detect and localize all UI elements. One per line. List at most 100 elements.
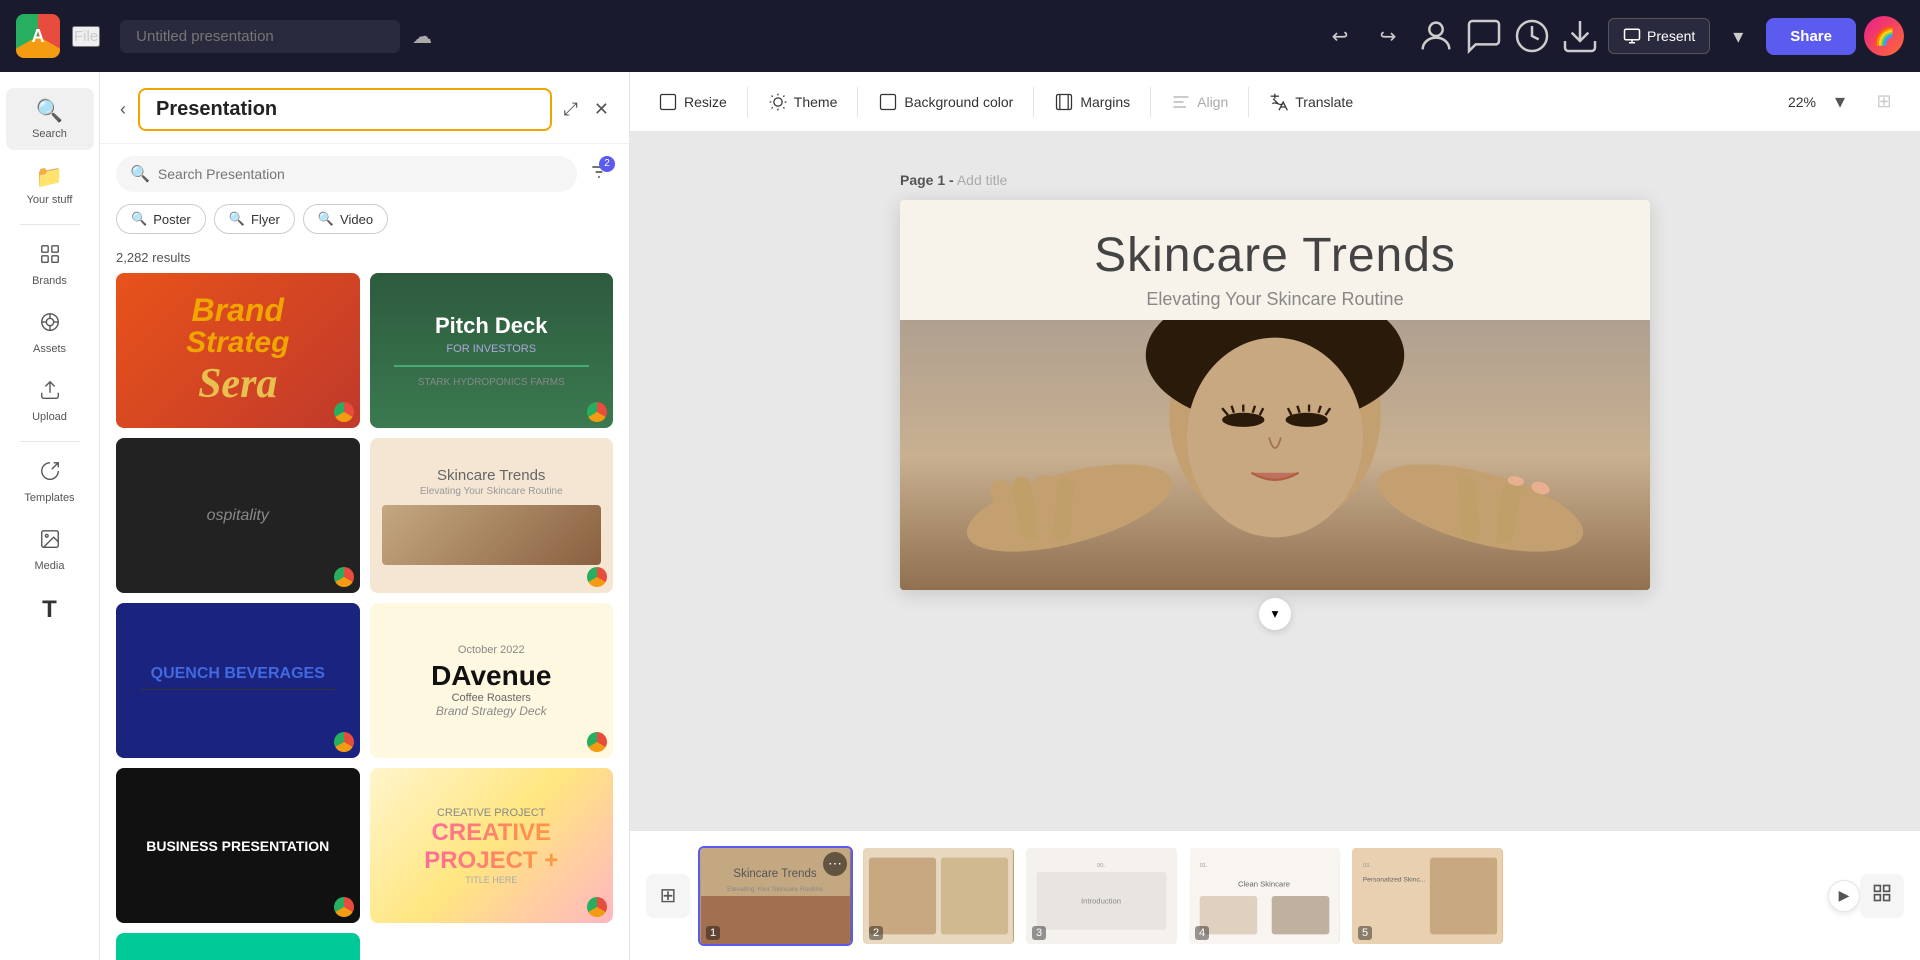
svg-text:Elevating Your Skincare Routin: Elevating Your Skincare Routine bbox=[727, 886, 823, 893]
template-card-skincare[interactable]: Skincare Trends Elevating Your Skincare … bbox=[370, 438, 614, 593]
slide-subtitle-text: Elevating Your Skincare Routine bbox=[940, 289, 1610, 310]
page-label: Page 1 - Add title bbox=[900, 172, 1650, 188]
thumb-5-num: 5 bbox=[1358, 926, 1372, 940]
chip-flyer-icon: 🔍 bbox=[229, 211, 245, 227]
thumb-3-num: 3 bbox=[1032, 926, 1046, 940]
zoom-controls: 22% ▾ ⊞ bbox=[1788, 82, 1904, 122]
card-brand-icon bbox=[334, 402, 354, 422]
panel-close-button[interactable]: ✕ bbox=[590, 95, 613, 124]
chip-poster[interactable]: 🔍 Poster bbox=[116, 204, 206, 234]
fit-to-screen-button[interactable]: ⊞ bbox=[1864, 82, 1904, 122]
thumb-2-num: 2 bbox=[869, 926, 883, 940]
thumb-3-image: 00. Introduction bbox=[1026, 848, 1177, 944]
template-card-pitch-deck[interactable]: Pitch Deck FOR INVESTORS STARK HYDROPONI… bbox=[370, 273, 614, 428]
sidebar-item-text[interactable]: T bbox=[6, 586, 94, 634]
panel-title: Presentation bbox=[138, 88, 552, 131]
present-button[interactable]: Present bbox=[1608, 18, 1710, 54]
templates-icon bbox=[39, 460, 61, 488]
toolbar: Resize Theme Background color Margins Al… bbox=[630, 72, 1920, 132]
canvas-inner: Page 1 - Add title Skincare Trends Eleva… bbox=[900, 172, 1650, 630]
panel-search-row: 🔍 2 bbox=[100, 144, 629, 204]
template-panel: ‹ Presentation ⤢ ✕ 🔍 2 🔍 Poster 🔍 Flyer bbox=[100, 72, 630, 960]
collapse-button[interactable]: ▾ bbox=[1259, 598, 1291, 630]
svg-text:01.: 01. bbox=[1200, 863, 1208, 869]
brands-icon bbox=[39, 243, 61, 271]
topbar-actions: ↩ ↪ Present ▾ Share 🌈 bbox=[1320, 16, 1904, 56]
thumb-4-num: 4 bbox=[1195, 926, 1209, 940]
background-color-button[interactable]: Background color bbox=[866, 84, 1025, 120]
panel-expand-button[interactable]: ⤢ bbox=[560, 95, 582, 124]
collaborators-button[interactable] bbox=[1416, 16, 1456, 56]
topbar: A File ☁ ↩ ↪ Present ▾ Share 🌈 bbox=[0, 0, 1920, 72]
card-brand-icon-2 bbox=[587, 402, 607, 422]
filmstrip-grid-button[interactable]: ⊞ bbox=[646, 874, 690, 918]
chip-flyer[interactable]: 🔍 Flyer bbox=[214, 204, 295, 234]
slide-image-area bbox=[900, 320, 1650, 590]
translate-button[interactable]: Translate bbox=[1257, 84, 1365, 120]
thumb-1-num: 1 bbox=[706, 926, 720, 940]
undo-button[interactable]: ↩ bbox=[1320, 16, 1360, 56]
template-card-avenue[interactable]: October 2022 DAvenue Coffee Roasters Bra… bbox=[370, 603, 614, 758]
chip-video[interactable]: 🔍 Video bbox=[303, 204, 388, 234]
panel-back-button[interactable]: ‹ bbox=[116, 95, 130, 124]
present-dropdown[interactable]: ▾ bbox=[1718, 16, 1758, 56]
template-card-business[interactable]: BUSINESS PRESENTATION bbox=[116, 768, 360, 923]
margins-button[interactable]: Margins bbox=[1042, 84, 1142, 120]
app-logo[interactable]: A bbox=[16, 14, 60, 58]
zoom-dropdown[interactable]: ▾ bbox=[1820, 82, 1860, 122]
redo-button[interactable]: ↪ bbox=[1368, 16, 1408, 56]
sidebar-item-your-stuff[interactable]: 📁 Your stuff bbox=[6, 154, 94, 216]
thumb-2-image bbox=[863, 848, 1014, 944]
card-brand-icon-4 bbox=[587, 567, 607, 587]
timer-button[interactable] bbox=[1512, 16, 1552, 56]
sidebar-item-templates[interactable]: Templates bbox=[6, 450, 94, 514]
filmstrip-scroll-area: Skincare Trends Elevating Your Skincare … bbox=[698, 846, 1904, 946]
filmstrip-next-button[interactable]: ▶ bbox=[1828, 880, 1860, 912]
resize-button[interactable]: Resize bbox=[646, 84, 739, 120]
filter-button[interactable]: 2 bbox=[585, 158, 613, 191]
template-card-hospitality[interactable]: ospitality bbox=[116, 438, 360, 593]
template-grid: Brand Strateg Sera Pitch Deck FOR INVEST… bbox=[100, 273, 629, 960]
svg-text:Skincare Trends: Skincare Trends bbox=[733, 867, 816, 879]
text-icon: T bbox=[42, 596, 57, 624]
cloud-save-icon[interactable]: ☁ bbox=[412, 24, 432, 49]
theme-button[interactable]: Theme bbox=[756, 84, 850, 120]
sidebar-item-brands[interactable]: Brands bbox=[6, 233, 94, 297]
filmstrip-thumb-5[interactable]: 03. Personalized Skinc... 5 bbox=[1350, 846, 1505, 946]
filmstrip-thumb-1[interactable]: Skincare Trends Elevating Your Skincare … bbox=[698, 846, 853, 946]
slide-canvas[interactable]: Skincare Trends Elevating Your Skincare … bbox=[900, 200, 1650, 590]
filmstrip: ⊞ Skincare Trends Elevating Your Skincar… bbox=[630, 830, 1920, 960]
sidebar-item-upload[interactable]: Upload bbox=[6, 369, 94, 433]
sidebar-item-assets[interactable]: Assets bbox=[6, 301, 94, 365]
panel-chips: 🔍 Poster 🔍 Flyer 🔍 Video bbox=[100, 204, 629, 246]
filmstrip-thumb-2[interactable]: 2 bbox=[861, 846, 1016, 946]
share-button[interactable]: Share bbox=[1766, 18, 1856, 55]
comments-button[interactable] bbox=[1464, 16, 1504, 56]
user-avatar[interactable]: 🌈 bbox=[1864, 16, 1904, 56]
document-title-input[interactable] bbox=[120, 20, 400, 53]
file-menu-button[interactable]: File bbox=[72, 26, 100, 47]
sidebar-item-media[interactable]: Media bbox=[6, 518, 94, 582]
thumb-1-menu[interactable]: ⋯ bbox=[823, 852, 847, 876]
filmstrip-thumb-4[interactable]: 01. Clean Skincare 4 bbox=[1187, 846, 1342, 946]
align-button[interactable]: Align bbox=[1159, 84, 1240, 120]
template-card-creative[interactable]: CREATIVE PROJECT CREATIVEPROJECT + TITLE… bbox=[370, 768, 614, 923]
chip-video-icon: 🔍 bbox=[318, 211, 334, 227]
filmstrip-thumb-3[interactable]: 00. Introduction 3 bbox=[1024, 846, 1179, 946]
canvas-wrapper[interactable]: Page 1 - Add title Skincare Trends Eleva… bbox=[630, 132, 1920, 830]
sidebar-icons: 🔍 Search 📁 Your stuff Brands Assets Uplo… bbox=[0, 72, 100, 960]
template-card-pitchdeck2[interactable]: Pitch Deck bbox=[116, 933, 360, 960]
template-card-quench[interactable]: QUENCH BEVERAGES bbox=[116, 603, 360, 758]
assets-icon bbox=[39, 311, 61, 339]
filmstrip-action-button[interactable] bbox=[1860, 874, 1904, 918]
chip-poster-icon: 🔍 bbox=[131, 211, 147, 227]
svg-text:03.: 03. bbox=[1363, 863, 1371, 869]
results-count: 2,282 results bbox=[100, 246, 629, 273]
template-card-brand-strategy[interactable]: Brand Strateg Sera bbox=[116, 273, 360, 428]
search-input[interactable] bbox=[158, 166, 563, 182]
thumb-5-image: 03. Personalized Skinc... bbox=[1352, 848, 1503, 944]
sidebar-item-search[interactable]: 🔍 Search bbox=[6, 88, 94, 150]
download-button[interactable] bbox=[1560, 16, 1600, 56]
slide-title-text: Skincare Trends bbox=[940, 230, 1610, 283]
svg-text:Introduction: Introduction bbox=[1081, 896, 1121, 905]
